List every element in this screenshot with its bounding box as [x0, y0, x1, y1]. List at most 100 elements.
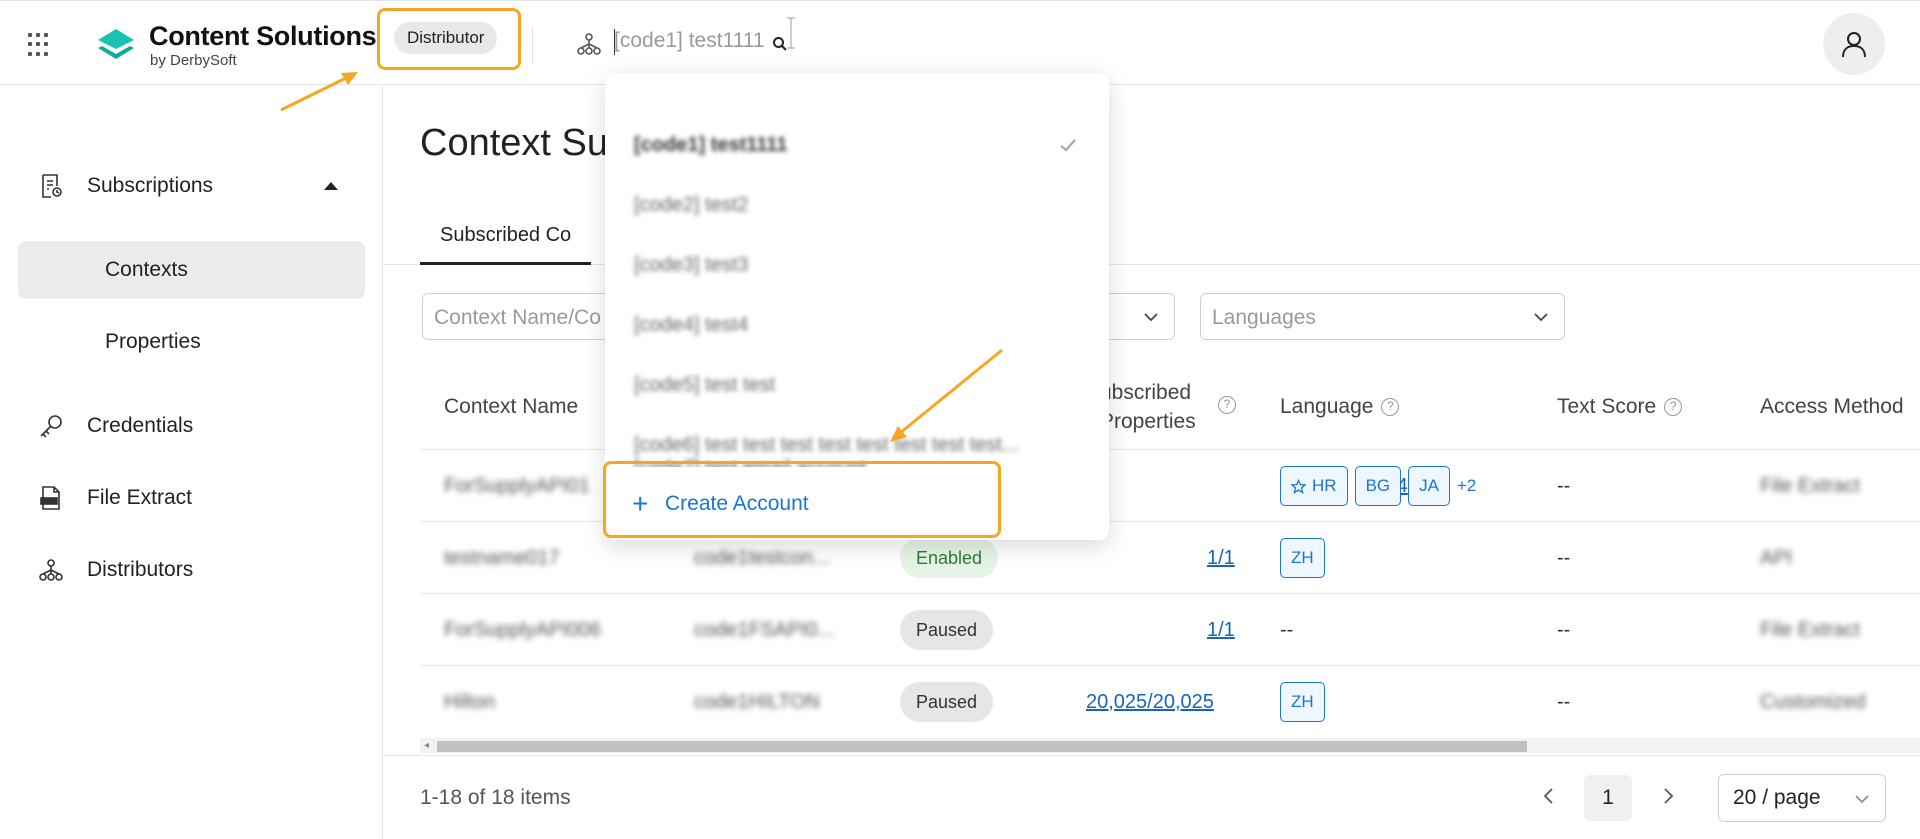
access-method-cell: Customized	[1760, 690, 1866, 713]
sidebar-item-subscriptions[interactable]: Subscriptions	[0, 156, 383, 216]
ibeam-cursor-icon	[787, 17, 795, 49]
text-score-cell: --	[1557, 546, 1571, 569]
sidebar-item-distributors[interactable]: Distributors	[0, 540, 383, 600]
chevron-left-icon[interactable]	[1537, 784, 1561, 808]
total-items-text: 1-18 of 18 items	[420, 786, 571, 809]
chevron-down-icon	[1534, 313, 1548, 322]
chevron-down-icon	[1144, 313, 1158, 322]
sidebar-item-credentials[interactable]: Credentials	[0, 396, 383, 456]
dropdown-option-label: [code4] test4	[634, 313, 749, 336]
account-selector-input[interactable]: [code1] test1111	[614, 29, 765, 53]
horizontal-scrollbar[interactable]: ◂	[420, 738, 1920, 753]
text-cursor	[614, 29, 615, 55]
languages-select[interactable]: Languages	[1200, 293, 1565, 340]
column-header-label: Properties	[1100, 410, 1196, 433]
check-icon	[1060, 139, 1076, 152]
help-icon[interactable]: ?	[1218, 396, 1236, 414]
dropdown-option[interactable]: [code3] test3	[605, 235, 1109, 295]
status-badge: Enabled	[900, 538, 999, 578]
help-icon[interactable]: ?	[1664, 398, 1683, 416]
star-icon	[1291, 478, 1306, 494]
header-divider	[532, 27, 533, 63]
language-tag: JA	[1408, 466, 1450, 506]
text-score-cell: --	[1557, 474, 1571, 497]
context-name-cell: testname017	[444, 546, 560, 569]
sidebar-item-label: Properties	[105, 330, 201, 353]
page-size-label: 20 / page	[1733, 786, 1821, 809]
access-method-cell: File Extract	[1760, 474, 1861, 497]
dropdown-option-label: [code6] test test test test test test te…	[634, 433, 1019, 456]
file-extract-icon	[40, 486, 60, 510]
language-tag-label: HR	[1312, 476, 1337, 495]
language-tag: ZH	[1280, 682, 1325, 722]
column-header-context-name: Context Name	[444, 365, 578, 449]
language-tag: ZH	[1280, 538, 1325, 578]
help-icon[interactable]: ?	[1381, 398, 1400, 416]
sidebar-item-contexts[interactable]: Contexts	[18, 241, 365, 299]
status-cell: Paused	[900, 594, 994, 666]
dropdown-option[interactable]: [code2] test2	[605, 175, 1109, 235]
context-name-cell: ForSupplyAPI006	[444, 618, 601, 641]
table-row[interactable]: ForSupplyAPI006 code1FSAPI0... Paused 1/…	[420, 593, 1920, 665]
column-header-subscribed-properties: ubscribed Properties	[1100, 365, 1196, 449]
search-input[interactable]: Context Name/Co	[422, 293, 622, 340]
network-icon	[39, 559, 63, 581]
language-cell: HR BG JA +2	[1280, 450, 1476, 522]
column-header-text-score: Text Score?	[1557, 365, 1683, 449]
tab-subscribed-contexts[interactable]: Subscribed Co	[420, 216, 592, 265]
chevron-right-icon[interactable]	[1656, 784, 1680, 808]
subscribed-properties-link[interactable]: 1/1	[1207, 522, 1235, 594]
access-method-cell: API	[1760, 546, 1793, 569]
dropdown-option-label: [code2] test2	[634, 193, 749, 216]
language-cell: ZH	[1280, 666, 1332, 738]
text-score-cell: --	[1557, 690, 1571, 713]
subscribed-properties-link[interactable]: 1/1	[1207, 594, 1235, 666]
user-avatar[interactable]	[1823, 13, 1885, 75]
sidebar-item-file-extract[interactable]: File Extract	[0, 468, 383, 528]
sidebar-item-properties[interactable]: Properties	[18, 313, 365, 371]
language-tag: BG	[1354, 466, 1402, 506]
sidebar-item-label: Subscriptions	[87, 174, 214, 197]
column-header-label: Access Method	[1760, 395, 1904, 418]
dropdown-option[interactable]: [code1] test1111	[605, 115, 1109, 175]
properties-link-text[interactable]: 1/1	[1207, 619, 1235, 642]
more-languages-tag[interactable]: +2	[1457, 476, 1476, 496]
language-cell: ZH	[1280, 522, 1332, 594]
table-row[interactable]: Hilton code1HILTON Paused 20,025/20,025 …	[420, 665, 1920, 737]
languages-placeholder: Languages	[1212, 306, 1316, 329]
pagination-page-button[interactable]: 1	[1584, 775, 1632, 821]
caret-up-icon	[324, 182, 338, 190]
status-badge: Paused	[900, 610, 994, 650]
highlight-box-create-account	[603, 461, 1001, 538]
scrollbar-thumb[interactable]	[437, 741, 1527, 752]
language-tag: HR	[1280, 466, 1348, 506]
properties-link-text[interactable]: 1/1	[1207, 547, 1235, 570]
page-title: Context Su	[420, 122, 608, 164]
sidebar-item-label: Credentials	[87, 414, 194, 437]
sidebar-item-label: File Extract	[87, 486, 193, 509]
subscriptions-icon	[42, 174, 62, 198]
status-cell: Paused	[900, 666, 994, 738]
text-score-cell: --	[1557, 618, 1571, 641]
sidebar: Subscriptions Contexts Properties Creden…	[0, 86, 383, 839]
search-placeholder: Context Name/Co	[434, 306, 601, 329]
dropdown-option-label: [code3] test3	[634, 253, 749, 276]
hierarchy-icon	[577, 33, 601, 55]
context-name-cell: ForSupplyAPI01	[444, 474, 590, 497]
dropdown-option[interactable]: [code4] test4	[605, 295, 1109, 355]
column-header-label: ubscribed	[1100, 381, 1192, 404]
page-size-select[interactable]: 20 / page	[1718, 774, 1886, 822]
app: Content Solutions by DerbySoft Distribut…	[0, 0, 1920, 839]
brand-title: Content Solutions	[149, 21, 377, 51]
subscribed-properties-link[interactable]: 20,025/20,025	[1086, 666, 1214, 738]
language-cell: --	[1280, 618, 1294, 641]
properties-link-text[interactable]: 20,025/20,025	[1086, 691, 1214, 714]
apps-grid-icon[interactable]	[28, 33, 52, 57]
dropdown-option-label: [code5] test test	[634, 373, 776, 396]
brand-logo-icon	[98, 29, 134, 59]
access-method-cell: File Extract	[1760, 618, 1861, 641]
scroll-left-icon[interactable]: ◂	[424, 740, 429, 751]
status-badge: Paused	[900, 682, 994, 722]
dropdown-option[interactable]: [code5] test test	[605, 355, 1109, 415]
chevron-down-icon	[1855, 795, 1869, 804]
